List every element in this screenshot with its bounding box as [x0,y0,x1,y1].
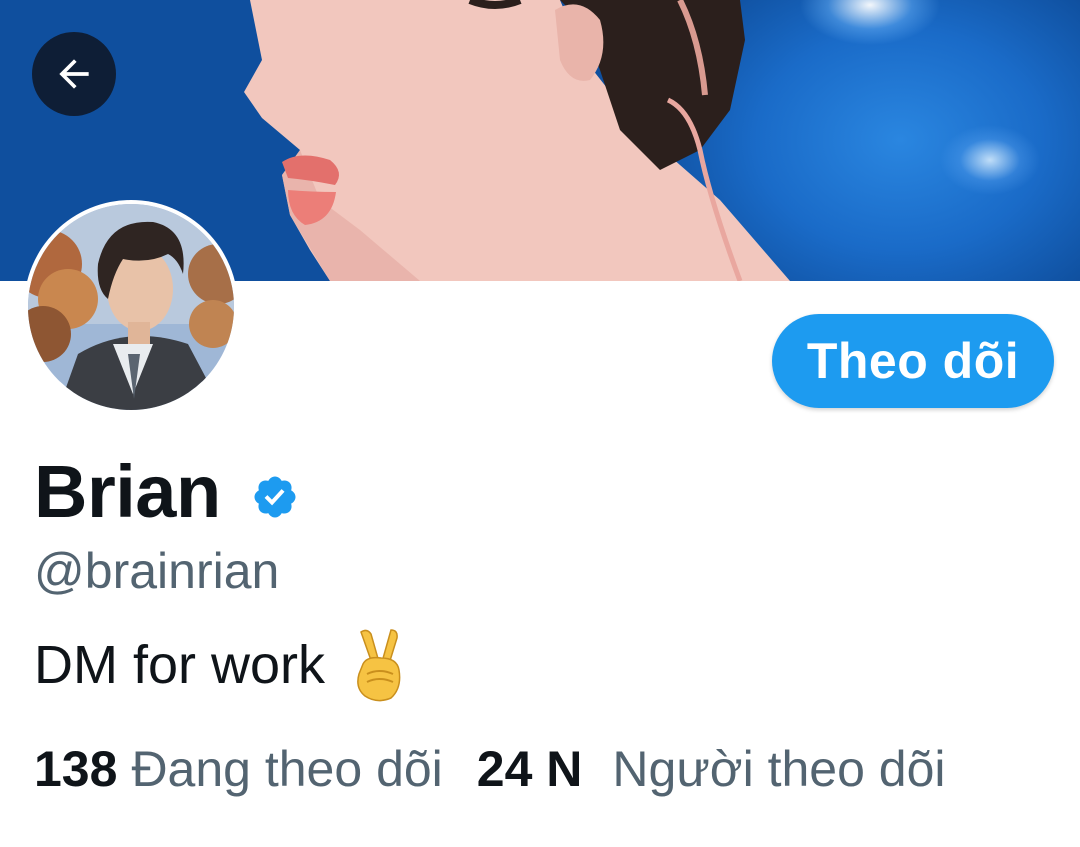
avatar[interactable] [24,200,238,414]
following-count: 138 [34,741,118,797]
bio-text: DM for work [34,635,326,695]
bio: DM for work [34,628,409,702]
display-name: Brian [34,449,221,533]
followers-count: 24 N [476,741,583,797]
arrow-left-icon [59,59,89,89]
profile-stats: 138 Đang theo dõi 24 N Người theo dõi [34,740,946,798]
avatar-photo [28,204,234,410]
name-row: Brian [34,446,299,536]
following-label: Đang theo dõi [131,741,443,797]
user-handle: @brainrian [34,543,280,599]
follow-button[interactable]: Theo dõi [772,314,1054,408]
followers-label: Người theo dõi [612,741,946,797]
victory-hand-emoji [357,629,401,702]
verified-badge-icon[interactable] [251,473,299,521]
back-button[interactable] [32,32,116,116]
following-stat[interactable]: 138 Đang theo dõi [34,740,443,798]
followers-stat[interactable]: 24 N Người theo dõi [477,740,946,798]
